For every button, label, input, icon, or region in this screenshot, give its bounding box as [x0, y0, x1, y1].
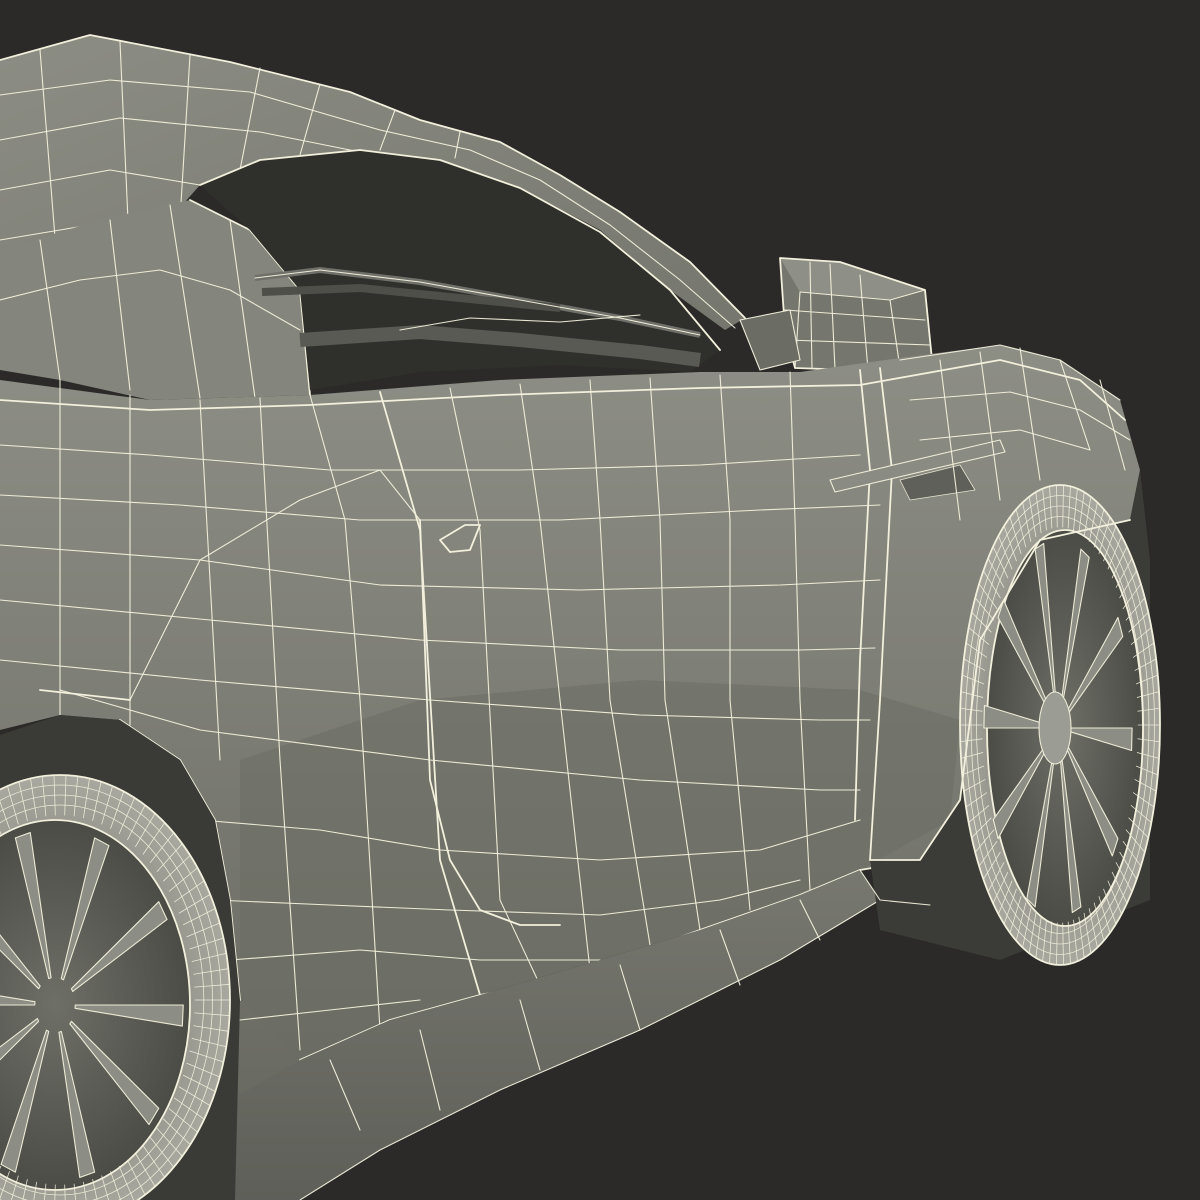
car-wireframe-render	[0, 34, 1161, 1200]
side-mirror	[739, 257, 933, 373]
render-viewport	[0, 0, 1200, 1200]
